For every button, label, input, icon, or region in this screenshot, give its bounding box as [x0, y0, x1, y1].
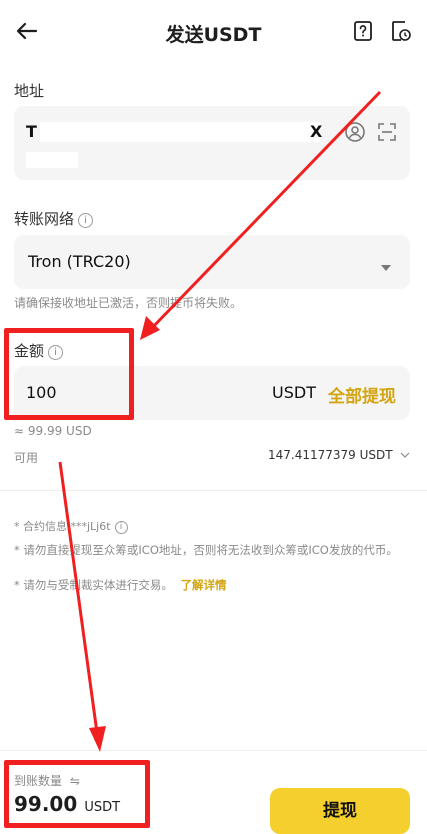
- annotation-arrow-2: [58, 461, 100, 741]
- withdraw-all-button[interactable]: 全部提现: [328, 382, 396, 407]
- address-redaction: [40, 122, 320, 142]
- address-value: T: [26, 122, 37, 141]
- clear-address-button[interactable]: X: [310, 122, 322, 141]
- sanction-warning: * 请勿与受制裁实体进行交易。: [14, 578, 173, 592]
- network-select[interactable]: Tron (TRC20): [14, 235, 410, 289]
- ico-warning: * 请勿直接提现至众筹或ICO地址，否则将无法收到众筹或ICO发放的代币。: [14, 543, 398, 557]
- annotation-arrowhead-2: [89, 726, 106, 752]
- contract-info-row: * 合约信息 ***jLj6t i: [14, 518, 128, 534]
- header: 发送USDT: [0, 0, 427, 64]
- network-label-row: 转账网络 i: [14, 208, 94, 229]
- amount-usd-equivalent: ≈ 99.99 USD: [14, 424, 92, 438]
- address-book-icon[interactable]: [344, 121, 366, 147]
- amount-unit: USDT: [272, 383, 316, 402]
- dropdown-caret-icon: [380, 257, 392, 276]
- withdraw-button[interactable]: 提现: [270, 788, 410, 834]
- network-label: 转账网络: [14, 210, 75, 228]
- network-hint: 请确保接收地址已激活，否则提币将失败。: [14, 296, 243, 310]
- chevron-down-icon: [400, 452, 410, 458]
- address-field[interactable]: T X: [14, 106, 410, 180]
- available-label: 可用: [14, 451, 39, 465]
- scan-icon[interactable]: [376, 121, 398, 147]
- annotation-arrowhead-1: [140, 316, 160, 340]
- available-value: 147.41177379 USDT: [268, 448, 393, 462]
- learn-more-link[interactable]: 了解详情: [181, 578, 227, 592]
- history-icon[interactable]: [390, 20, 412, 42]
- network-selected: Tron (TRC20): [28, 252, 131, 271]
- sanction-warning-row: * 请勿与受制裁实体进行交易。 了解详情: [14, 577, 227, 593]
- annotation-box-amount: [4, 328, 134, 420]
- help-icon[interactable]: [352, 20, 374, 42]
- network-info-icon[interactable]: i: [78, 213, 94, 228]
- address-label: 地址: [14, 82, 45, 100]
- contract-info: * 合约信息 ***jLj6t: [14, 520, 111, 533]
- annotation-box-received: [4, 760, 150, 828]
- divider: [0, 490, 427, 491]
- contract-info-icon[interactable]: i: [114, 521, 128, 534]
- available-value-row[interactable]: 147.41177379 USDT: [268, 448, 410, 462]
- address-redaction-2: [26, 152, 78, 168]
